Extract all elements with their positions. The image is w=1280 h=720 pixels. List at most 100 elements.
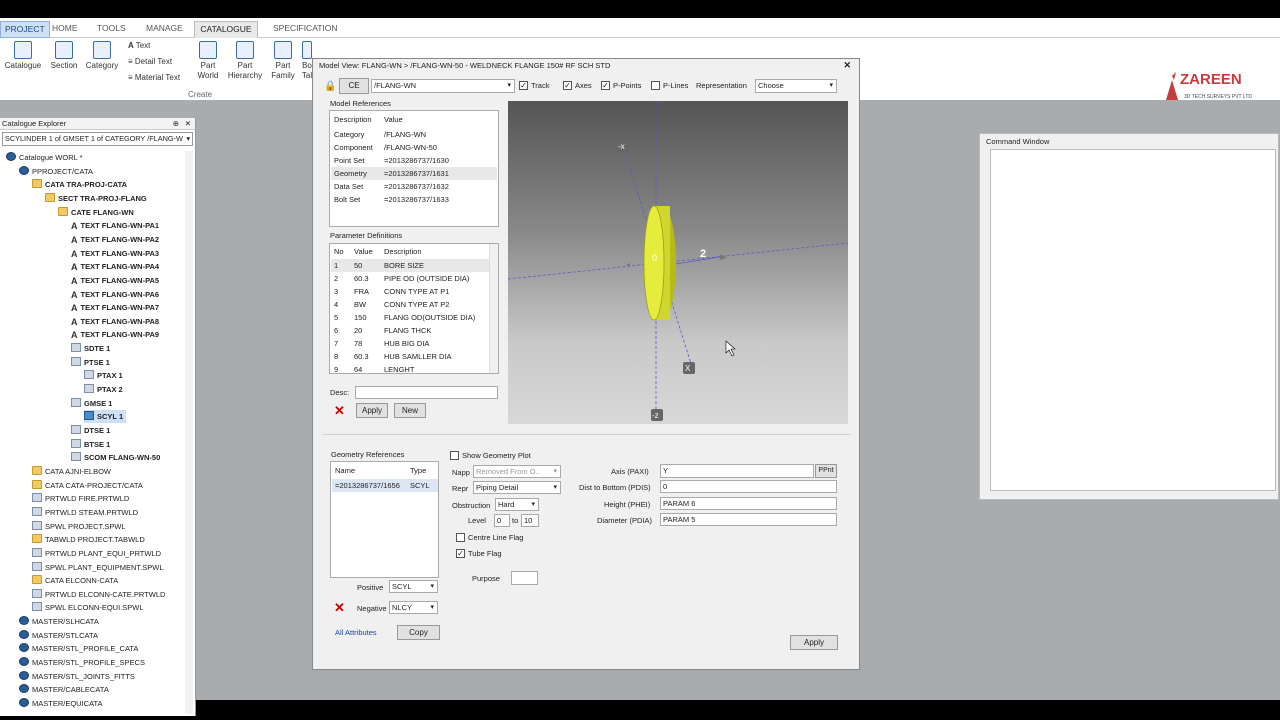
tree-node[interactable]: A TEXT FLANG-WN-PA7	[71, 301, 159, 314]
tree-node[interactable]: PRTWLD PLANT_EQUI_PRTWLD	[32, 547, 161, 560]
ppnt-button[interactable]: PPnt	[815, 464, 837, 478]
tree-node[interactable]: DTSE 1	[71, 424, 110, 437]
tab-home[interactable]: HOME	[48, 21, 82, 38]
tab-tools[interactable]: TOOLS	[93, 21, 130, 38]
pin-icon[interactable]: ⊕	[173, 118, 179, 130]
tree-node[interactable]: A TEXT FLANG-WN-PA3	[71, 247, 159, 260]
tree-node[interactable]: PRTWLD ELCONN-CATE.PRTWLD	[32, 588, 165, 601]
table-row[interactable]: 7 78 HUB BIG DIA	[331, 337, 489, 350]
tree-node[interactable]: MASTER/CABLECATA	[19, 683, 109, 696]
table-row[interactable]: 4 BW CONN TYPE AT P2	[331, 298, 489, 311]
tab-specification[interactable]: SPECIFICATION	[269, 21, 342, 38]
tree-node[interactable]: CATA CATA-PROJECT/CATA	[32, 479, 143, 492]
height-input[interactable]: PARAM 6	[660, 497, 837, 510]
representation-select[interactable]: Choose ▾	[755, 79, 837, 93]
tree-node[interactable]: Catalogue WORL *	[6, 151, 83, 164]
table-row[interactable]: Component/FLANG-WN-50	[331, 141, 497, 154]
copy-button[interactable]: Copy	[397, 625, 440, 640]
tree-node[interactable]: A TEXT FLANG-WN-PA9	[71, 328, 159, 341]
axis-input[interactable]: Y	[660, 464, 814, 478]
section-button[interactable]: Section	[46, 41, 82, 71]
table-row[interactable]: Point Set =2013286737/1630	[331, 154, 497, 167]
tree-node[interactable]: A TEXT FLANG-WN-PA6	[71, 288, 159, 301]
table-row[interactable]: 6 20 FLANG THCK	[331, 324, 489, 337]
tree-node[interactable]: CATE FLANG-WN	[58, 206, 134, 219]
close-icon[interactable]: ✕	[185, 118, 191, 130]
table-row[interactable]: 1 50 BORE SIZE	[331, 259, 489, 272]
ce-button[interactable]: CE	[339, 78, 369, 94]
tree-node[interactable]: MASTER/STL_JOINTS_FITTS	[19, 670, 135, 683]
level-to-input[interactable]: 10	[521, 514, 539, 527]
tree-node[interactable]: CATA ELCONN-CATA	[32, 574, 118, 587]
apply-button[interactable]: Apply	[790, 635, 838, 650]
table-row[interactable]: Category/FLANG-WN	[331, 128, 497, 141]
tree-node[interactable]: A TEXT FLANG-WN-PA2	[71, 233, 159, 246]
tube-flag-checkbox[interactable]: ✓	[456, 549, 465, 558]
parameter-scrollbar[interactable]	[489, 244, 498, 373]
ce-select[interactable]: /FLANG-WN ▾	[371, 79, 515, 93]
apply-param-button[interactable]: Apply	[356, 403, 388, 418]
tree-node[interactable]: GMSE 1	[71, 397, 112, 410]
tab-catalogue[interactable]: CATALOGUE	[194, 21, 258, 38]
explorer-scrollbar[interactable]	[185, 151, 193, 714]
tree-node[interactable]: PRTWLD STEAM.PRTWLD	[32, 506, 138, 519]
detail-text-button[interactable]: ≡ Detail Text	[128, 57, 172, 66]
table-row[interactable]: 5 150 FLANG OD(OUTSIDE DIA)	[331, 311, 489, 324]
table-row[interactable]: Data Set =2013286737/1632	[331, 180, 497, 193]
tree-node[interactable]: PTAX 2	[84, 383, 123, 396]
table-row[interactable]: 3 FRA CONN TYPE AT P1	[331, 285, 489, 298]
dialog-close-icon[interactable]: ✕	[843, 59, 851, 72]
centre-line-checkbox[interactable]	[456, 533, 465, 542]
tree-node[interactable]: PTAX 1	[84, 369, 123, 382]
catalogue-button[interactable]: Catalogue	[3, 41, 43, 71]
lock-icon[interactable]: 🔒	[324, 81, 336, 92]
explorer-path-field[interactable]: SCYLINDER 1 of GMSET 1 of CATEGORY /FLAN…	[2, 132, 193, 146]
show-geometry-checkbox[interactable]	[450, 451, 459, 460]
tree-node[interactable]: BTSE 1	[71, 438, 110, 451]
purpose-input[interactable]	[511, 571, 538, 585]
tree-node[interactable]: PRTWLD FIRE.PRTWLD	[32, 492, 129, 505]
all-attributes-link[interactable]: All Attributes	[335, 628, 377, 637]
tree-node[interactable]: PPROJECT/CATA	[19, 165, 93, 178]
positive-select[interactable]: SCYL ▾	[389, 580, 438, 593]
table-row[interactable]: Bolt Set =2013286737/1633	[331, 193, 497, 206]
tree-node[interactable]: MASTER/STLCATA	[19, 629, 98, 642]
tree-node[interactable]: A TEXT FLANG-WN-PA5	[71, 274, 159, 287]
table-row[interactable]: 8 60.3 HUB SAMLLER DIA	[331, 350, 489, 363]
tree-node[interactable]: TABWLD PROJECT.TABWLD	[32, 533, 145, 546]
diameter-input[interactable]: PARAM 5	[660, 513, 837, 526]
part-world-button[interactable]: Part World	[195, 41, 221, 81]
axes-checkbox[interactable]: ✓	[563, 81, 572, 90]
tree-node[interactable]: MASTER/EQUICATA	[19, 697, 103, 710]
part-hierarchy-button[interactable]: Part Hierarchy	[226, 41, 264, 81]
tree-node[interactable]: MASTER/SLHCATA	[19, 615, 99, 628]
track-checkbox[interactable]: ✓	[519, 81, 528, 90]
category-button[interactable]: Category	[84, 41, 120, 71]
dist-to-bottom-input[interactable]: 0	[660, 480, 837, 493]
chevron-down-icon[interactable]: ▾	[186, 133, 190, 145]
tree-node[interactable]: A TEXT FLANG-WN-PA1	[71, 219, 159, 232]
delete-icon[interactable]: ✕	[334, 600, 345, 616]
table-row[interactable]: Geometry =2013286737/1631	[331, 167, 497, 180]
napp-select[interactable]: Removed From O... ▾	[473, 465, 561, 478]
tree-node[interactable]: SECT TRA-PROJ-FLANG	[45, 192, 147, 205]
tree-node[interactable]: A TEXT FLANG-WN-PA8	[71, 315, 159, 328]
material-text-button[interactable]: ≡ Material Text	[128, 73, 180, 82]
tab-project[interactable]: PROJECT	[0, 21, 50, 38]
repr-select[interactable]: Piping Detail ▾	[473, 481, 561, 494]
part-family-button[interactable]: Part Family	[269, 41, 297, 81]
tree-node[interactable]: CATA TRA-PROJ-CATA	[32, 178, 127, 191]
new-param-button[interactable]: New	[394, 403, 426, 418]
negative-select[interactable]: NLCY ▾	[389, 601, 438, 614]
tree-node[interactable]: PTSE 1	[71, 356, 110, 369]
table-row[interactable]: 2 60.3 PIPE OD (OUTSIDE DIA)	[331, 272, 489, 285]
tree-node[interactable]: MASTER/STL_PROFILE_CATA	[19, 642, 138, 655]
command-window-body[interactable]	[990, 149, 1276, 491]
tree-node[interactable]: MASTER/STL_PROFILE_SPECS	[19, 656, 145, 669]
obstruction-select[interactable]: Hard ▾	[495, 498, 539, 511]
table-row[interactable]: 9 64 LENGHT	[331, 363, 489, 373]
tree-node[interactable]: SPWL PROJECT.SPWL	[32, 520, 126, 533]
tree-node[interactable]: SCOM FLANG-WN-50	[71, 451, 160, 464]
plines-checkbox[interactable]	[651, 81, 660, 90]
level-from-input[interactable]: 0	[494, 514, 510, 527]
